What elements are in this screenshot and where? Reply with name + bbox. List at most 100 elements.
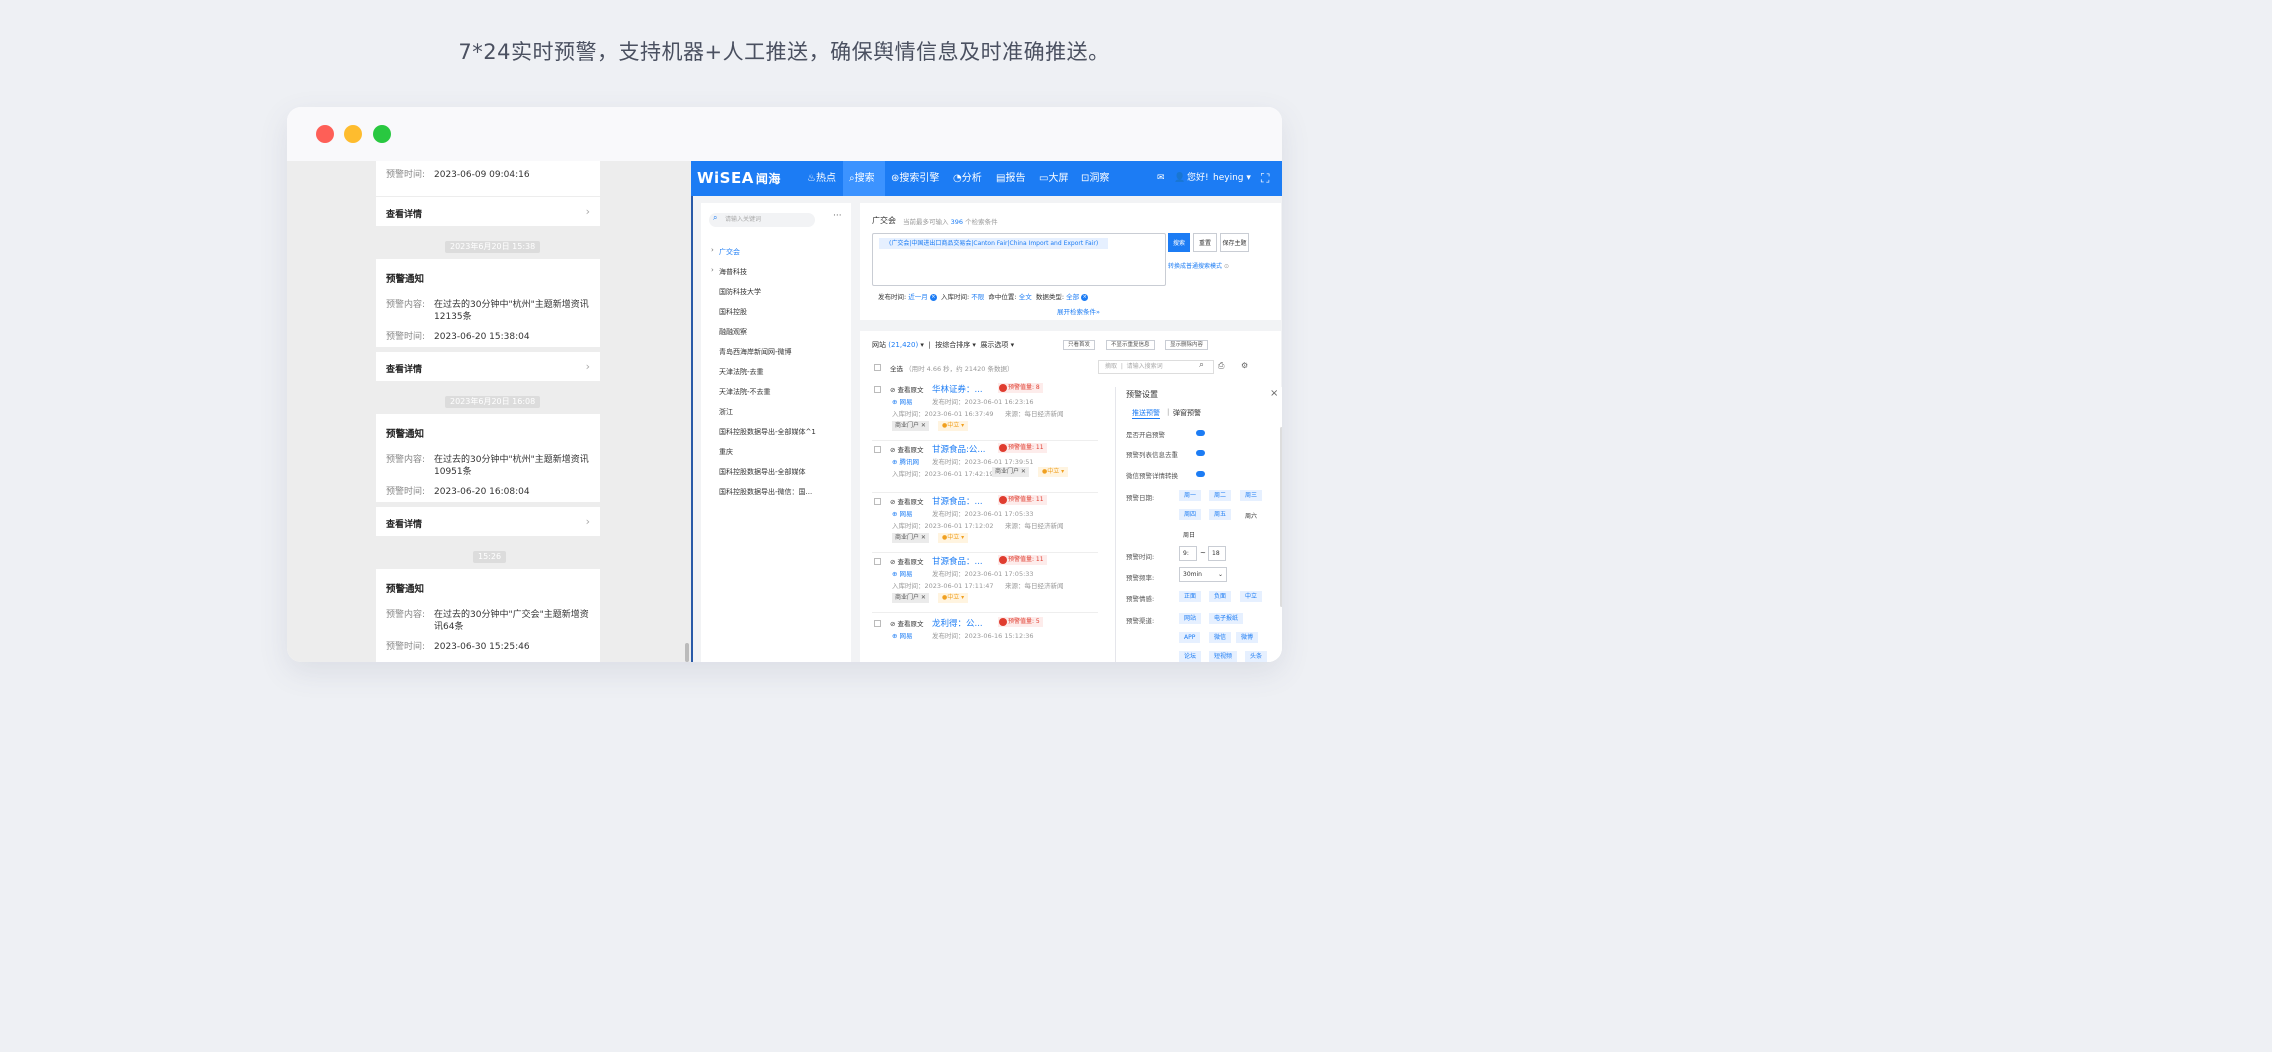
view-source-link[interactable]: ⊘ 查看原文 [890,384,924,394]
sentiment-tag[interactable]: ●中立 ▾ [938,593,969,603]
tab-popup-alert[interactable]: 弹窗预警 [1173,408,1201,418]
frequency-select[interactable]: 30min ⌄ [1179,567,1227,582]
nav-search[interactable]: ⌕搜索 [843,161,885,196]
nav-report[interactable]: ▤报告 [996,161,1032,196]
result-title[interactable]: 甘源食品:公... [932,443,985,455]
result-checkbox[interactable] [874,446,881,453]
wisea-logo[interactable]: WiSEA 闻海 [697,169,781,187]
sentiment-chip[interactable]: 正面 [1179,591,1202,602]
settings-icon[interactable]: ⚙ [1241,361,1248,370]
close-window-button[interactable] [316,125,334,143]
result-item[interactable]: ⊘ 查看原文 甘源食品：... 预警值量: 11 ⊕ 网易 发布时间：2023-… [872,493,1098,553]
view-details-button[interactable]: 查看详情 › [376,352,600,381]
sidebar-item-cantonfair[interactable]: 广交会 [719,247,740,257]
channel-chip[interactable]: 头条 [1245,651,1268,662]
enable-alert-toggle[interactable] [1196,430,1205,436]
sidebar-item[interactable]: 融融观察 [719,327,747,337]
time-to-input[interactable]: 18 [1208,546,1226,561]
sidebar-item[interactable]: 国科控股数据导出-微信：国... [719,487,812,497]
sentiment-chip[interactable]: 中立 [1240,591,1263,602]
result-item[interactable]: ⊘ 查看原文 甘源食品:公... 预警值量: 11 ⊕ 腾讯网 发布时间：202… [872,441,1098,493]
filter-value[interactable]: 全文 [1019,293,1032,301]
result-item[interactable]: ⊘ 查看原文 华林证券：... 预警值量: 8 ⊕ 网易 发布时间：2023-0… [872,381,1098,441]
sidebar-item[interactable]: 海普科技 [719,267,747,277]
feed-scrollbar[interactable] [685,643,689,662]
result-checkbox[interactable] [874,498,881,505]
search-button[interactable]: 搜索 [1168,233,1190,252]
wechat-convert-toggle[interactable] [1196,471,1205,477]
query-tag[interactable]: (广交会|中国进出口商品交易会|Canton Fair|China Import… [879,238,1109,249]
nav-analysis[interactable]: ◔分析 [953,161,989,196]
minimize-window-button[interactable] [344,125,362,143]
sidebar-item[interactable]: 天津法院-不去重 [719,387,771,397]
view-source-link[interactable]: ⊘ 查看原文 [890,444,924,454]
result-title[interactable]: 华林证券：... [932,383,983,395]
remove-filter-icon[interactable]: × [929,293,937,301]
message-icon[interactable]: ✉ [1157,161,1165,196]
expand-filters-link[interactable]: 展开检索条件» [1057,306,1100,316]
result-title[interactable]: 甘源食品：... [932,555,983,567]
export-icon[interactable]: ⎙ [1218,361,1224,371]
sidebar-item[interactable]: 国科控股 [719,307,747,317]
search-icon[interactable]: ⌕ [1199,360,1204,370]
filter-value[interactable]: 全部 [1066,293,1079,301]
category-tag[interactable]: 商业门户 ✕ [892,421,929,431]
category-tag[interactable]: 商业门户 ✕ [892,533,929,543]
nav-search-engine[interactable]: ⊛搜索引擎 [891,161,947,196]
nav-bigscreen[interactable]: ▭大屏 [1039,161,1075,196]
result-title[interactable]: 甘源食品：... [932,495,983,507]
result-title[interactable]: 龙利得：公... [932,617,983,629]
day-chip[interactable]: 周三 [1240,490,1263,501]
category-tag[interactable]: 商业门户 ✕ [892,593,929,603]
result-item[interactable]: ⊘ 查看原文 甘源食品：... 预警值量: 11 ⊕ 网易 发布时间：2023-… [872,553,1098,613]
result-item[interactable]: ⊘ 查看原文 龙利得：公... 预警值量: 5 ⊕ 网易 发布时间：2023-0… [872,615,1098,655]
view-details-button[interactable]: 查看详情 › [376,197,600,226]
channel-chip[interactable]: 电子报纸 [1209,613,1244,624]
result-search-input[interactable]: 摘取 | 请输入搜索词 [1098,360,1214,374]
switch-mode-link[interactable]: 转换成普通搜索模式 ⊙ [1168,261,1229,270]
view-source-link[interactable]: ⊘ 查看原文 [890,618,924,628]
day-chip[interactable]: 周一 [1179,490,1202,501]
result-checkbox[interactable] [874,386,881,393]
user-menu[interactable]: heying ▾ [1213,161,1251,196]
nav-hot[interactable]: ♨热点 [807,161,843,196]
panel-scrollbar[interactable] [1280,427,1282,607]
hide-duplicates-toggle[interactable]: 不显示重复信息 [1106,340,1155,350]
source-filter[interactable]: 网站 (21,420) ▾ | 按综合排序 ▾ 展示选项 ▾ [872,340,1014,350]
sidebar-item[interactable]: 浙江 [719,407,733,417]
view-source-link[interactable]: ⊘ 查看原文 [890,496,924,506]
save-topic-button[interactable]: 保存主题 [1220,233,1249,252]
first-publish-toggle[interactable]: 只看首发 [1063,340,1096,350]
view-source-link[interactable]: ⊘ 查看原文 [890,556,924,566]
channel-chip[interactable]: 短视频 [1209,651,1238,662]
day-chip[interactable]: 周二 [1209,490,1232,501]
tab-push-alert[interactable]: 推送预警 [1132,408,1160,419]
more-icon[interactable]: ··· [833,211,842,221]
day-chip[interactable]: 周四 [1179,509,1202,520]
reset-button[interactable]: 重置 [1193,233,1217,252]
sidebar-item[interactable]: 国科控股数据导出-全部媒体^1 [719,427,816,437]
sentiment-tag[interactable]: ●中立 ▾ [938,533,969,543]
channel-chip[interactable]: 微博 [1236,632,1259,643]
maximize-window-button[interactable] [373,125,391,143]
remove-filter-icon[interactable]: × [1081,293,1089,301]
nav-insight[interactable]: ⊡洞察 [1081,161,1117,196]
sentiment-tag[interactable]: ●中立 ▾ [1038,467,1069,477]
filter-value[interactable]: 不限 [971,293,984,301]
sidebar-item[interactable]: 国防科技大学 [719,287,761,297]
result-checkbox[interactable] [874,558,881,565]
show-deleted-toggle[interactable]: 显示删除内容 [1165,340,1209,350]
sentiment-chip[interactable]: 负面 [1209,591,1232,602]
channel-chip[interactable]: 网站 [1179,613,1202,624]
day-chip[interactable]: 周五 [1209,509,1232,520]
select-all-checkbox[interactable] [874,364,881,371]
sidebar-item[interactable]: 重庆 [719,447,733,457]
day-option[interactable]: 周六 [1245,511,1257,520]
time-from-input[interactable]: 9: [1179,546,1197,561]
sidebar-item[interactable]: 国科控股数据导出-全部媒体 [719,467,806,477]
sentiment-tag[interactable]: ●中立 ▾ [938,421,969,431]
query-editor[interactable]: (广交会|中国进出口商品交易会|Canton Fair|China Import… [872,233,1166,286]
filter-value[interactable]: 近一月 [908,293,928,301]
channel-chip[interactable]: 论坛 [1179,651,1202,662]
result-checkbox[interactable] [874,620,881,627]
